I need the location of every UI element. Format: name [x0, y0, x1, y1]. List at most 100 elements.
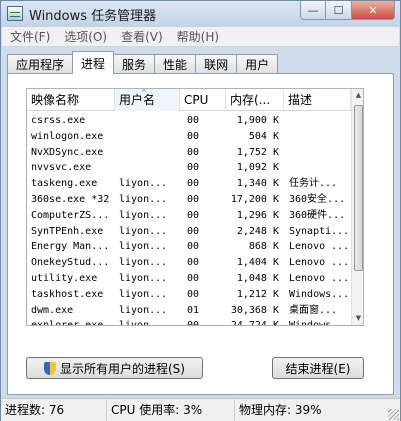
- process-rows: csrss.exe 00 1,900 K winlogon.exe 00 504 K NvX…: [27, 113, 351, 326]
- cell-mem: 1,048 K: [236, 272, 279, 284]
- show-all-users-processes-button[interactable]: 显示所有用户的进程(S): [26, 357, 203, 379]
- sort-ascending-icon: ^: [141, 89, 147, 97]
- cell-desc: 任务计...: [289, 178, 338, 190]
- cell-image: NvXDSync.exe: [31, 146, 104, 158]
- cell-cpu: 00: [187, 241, 200, 253]
- table-row[interactable]: ComputerZS... liyon... 00 1,296 K 360硬件...: [27, 208, 351, 224]
- tab-networking[interactable]: 联网: [195, 54, 238, 74]
- tab-applications[interactable]: 应用程序: [7, 54, 74, 74]
- close-button[interactable]: ✕: [352, 1, 395, 20]
- title-bar[interactable]: Windows 任务管理器 — ☐ ✕: [1, 1, 400, 27]
- table-row[interactable]: 360se.exe *32 liyon... 00 17,200 K 360安全...: [27, 192, 351, 208]
- cell-cpu: 00: [187, 225, 200, 237]
- menu-view[interactable]: 查看(V): [113, 28, 169, 45]
- cell-mem: 24,724 K: [230, 320, 279, 326]
- task-manager-window: Windows 任务管理器 — ☐ ✕ 文件(F) 选项(O) 查看(V) 帮助…: [0, 0, 401, 421]
- resize-grip-icon[interactable]: [388, 409, 399, 420]
- column-cpu[interactable]: CPU: [180, 89, 226, 111]
- status-cpu-usage: CPU 使用率: 3%: [107, 399, 235, 421]
- end-process-button[interactable]: 结束进程(E): [272, 357, 364, 379]
- cell-image: dwm.exe: [31, 304, 74, 316]
- table-row[interactable]: winlogon.exe 00 504 K: [27, 129, 351, 145]
- maximize-button[interactable]: ☐: [326, 1, 352, 20]
- table-row[interactable]: taskeng.exe liyon... 00 1,340 K 任务计...: [27, 176, 351, 192]
- cell-cpu: 01: [187, 304, 200, 316]
- show-all-users-processes-label: 显示所有用户的进程(S): [60, 361, 185, 376]
- cell-cpu: 00: [187, 146, 200, 158]
- cell-mem: 17,200 K: [230, 193, 279, 205]
- scrollbar-thumb[interactable]: [354, 105, 363, 271]
- column-image-name[interactable]: 映像名称: [27, 89, 115, 111]
- menu-file[interactable]: 文件(F): [2, 28, 56, 45]
- cell-user: liyon...: [119, 257, 168, 269]
- column-memory[interactable]: 内存(...: [226, 89, 284, 111]
- cell-mem: 1,404 K: [236, 257, 279, 269]
- cell-user: liyon...: [119, 225, 168, 237]
- cell-cpu: 00: [187, 193, 200, 205]
- cell-image: csrss.exe: [31, 115, 86, 126]
- scroll-up-arrow-icon[interactable]: ▲: [352, 89, 363, 102]
- cell-desc: 360安全...: [289, 193, 346, 205]
- cell-image: winlogon.exe: [31, 130, 104, 142]
- cell-desc: Synapti...: [289, 225, 350, 237]
- cell-mem: 1,212 K: [236, 288, 279, 300]
- cell-desc: Lenovo ...: [289, 257, 350, 269]
- cell-image: explorer.exe: [31, 320, 104, 326]
- cell-mem: 868 K: [248, 241, 279, 253]
- table-row[interactable]: explorer.exe liyon... 00 24,724 K Windows...: [27, 318, 351, 326]
- cell-mem: 1,296 K: [236, 209, 279, 221]
- table-row[interactable]: OnekeyStud... liyon... 00 1,404 K Lenovo ...: [27, 255, 351, 271]
- tab-processes[interactable]: 进程: [72, 51, 115, 74]
- cell-mem: 30,368 K: [230, 304, 279, 316]
- status-bar: 进程数: 76 CPU 使用率: 3% 物理内存: 39%: [1, 398, 400, 421]
- menu-bar: 文件(F) 选项(O) 查看(V) 帮助(H): [2, 27, 399, 47]
- cell-user: liyon...: [119, 304, 168, 316]
- table-row[interactable]: Energy Man... liyon... 00 868 K Lenovo ...: [27, 239, 351, 255]
- tab-strip: 应用程序 进程 服务 性能 联网 用户: [7, 51, 279, 74]
- minimize-button[interactable]: —: [300, 1, 326, 20]
- cell-user: liyon...: [119, 241, 168, 253]
- task-manager-icon: [7, 6, 23, 21]
- tab-performance[interactable]: 性能: [154, 54, 197, 74]
- cell-user: liyon...: [119, 272, 168, 284]
- cell-image: ComputerZS...: [31, 209, 110, 221]
- column-user-name[interactable]: ^ 用户名: [115, 89, 180, 111]
- cell-image: OnekeyStud...: [31, 257, 110, 269]
- cell-image: taskhost.exe: [31, 288, 104, 300]
- cell-cpu: 00: [187, 257, 200, 269]
- cell-image: taskeng.exe: [31, 178, 98, 190]
- cell-image: nvvsvc.exe: [31, 162, 92, 174]
- table-row[interactable]: dwm.exe liyon... 01 30,368 K 桌面窗...: [27, 303, 351, 319]
- cell-image: Energy Man...: [31, 241, 110, 253]
- table-row[interactable]: NvXDSync.exe 00 1,752 K: [27, 145, 351, 161]
- cell-cpu: 00: [187, 288, 200, 300]
- table-row[interactable]: utility.exe liyon... 00 1,048 K Lenovo ...: [27, 271, 351, 287]
- cell-mem: 504 K: [248, 130, 279, 142]
- scroll-down-arrow-icon[interactable]: ▼: [352, 312, 363, 325]
- table-row[interactable]: csrss.exe 00 1,900 K: [27, 113, 351, 129]
- cell-mem: 1,092 K: [236, 162, 279, 174]
- window-title: Windows 任务管理器: [29, 9, 157, 24]
- cell-user: liyon...: [119, 320, 168, 326]
- cell-user: liyon...: [119, 178, 168, 190]
- column-description[interactable]: 描述: [284, 89, 351, 111]
- tab-services[interactable]: 服务: [113, 54, 156, 74]
- process-list[interactable]: 映像名称 ^ 用户名 CPU 内存(... 描述 csrss.exe 00 1,90…: [26, 88, 364, 326]
- cell-mem: 1,340 K: [236, 178, 279, 190]
- table-row[interactable]: SynTPEnh.exe liyon... 00 2,248 K Synapti...: [27, 224, 351, 240]
- list-header: 映像名称 ^ 用户名 CPU 内存(... 描述: [27, 89, 351, 111]
- cell-user: liyon...: [119, 193, 168, 205]
- tab-users[interactable]: 用户: [236, 54, 279, 74]
- status-process-count: 进程数: 76: [1, 399, 107, 421]
- cell-mem: 2,248 K: [236, 225, 279, 237]
- cell-cpu: 00: [187, 320, 200, 326]
- menu-help[interactable]: 帮助(H): [169, 28, 225, 45]
- table-row[interactable]: nvvsvc.exe 00 1,092 K: [27, 160, 351, 176]
- cell-cpu: 00: [187, 130, 200, 142]
- cell-desc: 360硬件...: [289, 209, 346, 221]
- menu-options[interactable]: 选项(O): [56, 28, 113, 45]
- table-row[interactable]: taskhost.exe liyon... 00 1,212 K Windows...: [27, 287, 351, 303]
- vertical-scrollbar[interactable]: ▲ ▼: [351, 89, 363, 325]
- cell-desc: Lenovo ...: [289, 272, 350, 284]
- cell-image: utility.exe: [31, 272, 98, 284]
